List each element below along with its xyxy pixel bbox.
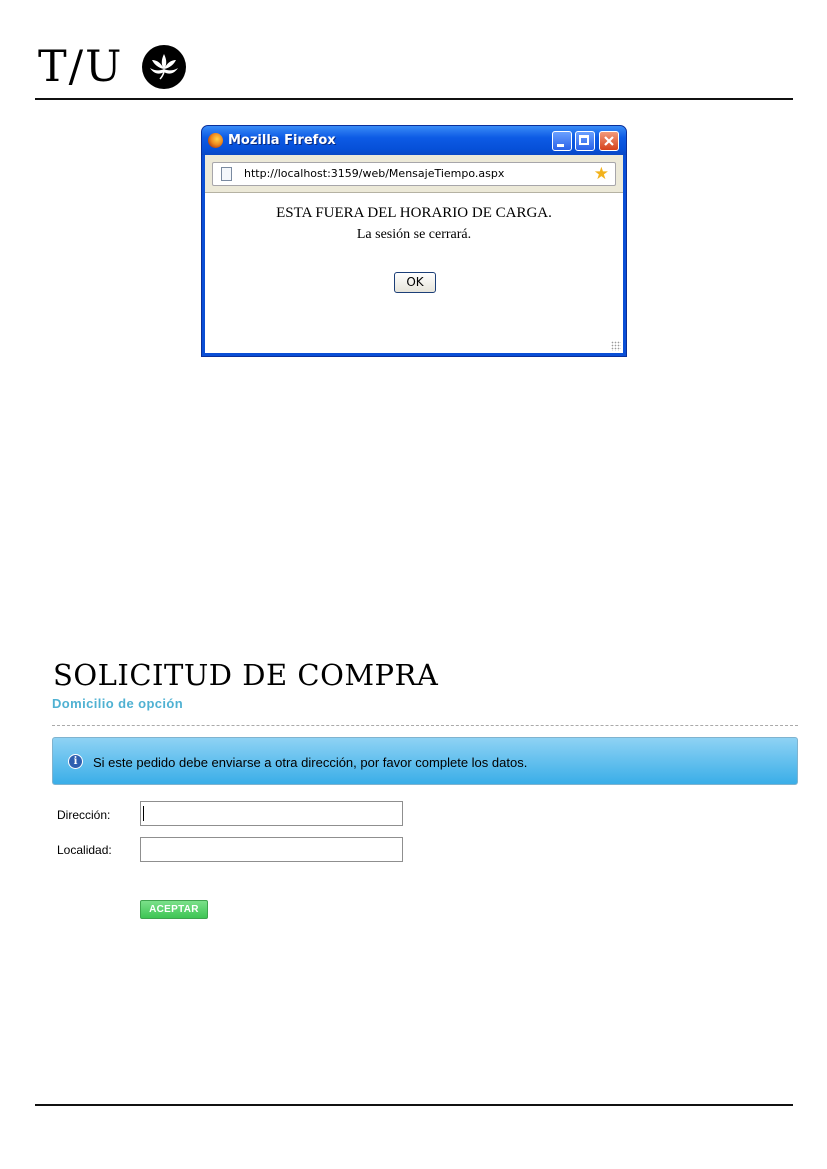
text-cursor	[143, 806, 144, 821]
page-icon	[221, 167, 232, 181]
section-divider	[52, 725, 798, 726]
url-text: http://localhost:3159/web/MensajeTiempo.…	[244, 167, 505, 180]
popup-message-body: La sesión se cerrará.	[356, 227, 472, 242]
locality-label: Localidad:	[57, 843, 112, 857]
ok-button[interactable]: OK	[394, 272, 436, 293]
url-field[interactable]: http://localhost:3159/web/MensajeTiempo.…	[212, 162, 616, 186]
address-label: Dirección:	[57, 808, 111, 822]
window-titlebar[interactable]: Mozilla Firefox	[202, 126, 626, 155]
accept-button[interactable]: ACEPTAR	[140, 900, 208, 919]
maximize-button[interactable]	[575, 131, 595, 151]
header-divider	[35, 98, 793, 100]
info-message: Si este pedido debe enviarse a otra dire…	[93, 755, 528, 770]
logo: T/U	[38, 44, 187, 90]
logo-text: T/U	[38, 41, 124, 92]
url-bar: http://localhost:3159/web/MensajeTiempo.…	[205, 155, 623, 193]
minimize-button[interactable]	[552, 131, 572, 151]
locality-input[interactable]	[140, 837, 403, 862]
popup-message-title: ESTA FUERA DEL HORARIO DE CARGA.	[276, 205, 552, 221]
page-title: SOLICITUD DE COMPRA	[53, 658, 439, 692]
info-icon: i	[68, 754, 83, 769]
close-icon	[604, 136, 614, 146]
resize-grip-icon[interactable]	[611, 341, 621, 351]
popup-content: http://localhost:3159/web/MensajeTiempo.…	[205, 155, 623, 353]
firefox-logo-icon	[208, 133, 223, 148]
bookmark-star-icon[interactable]: ★	[594, 165, 609, 183]
window-title: Mozilla Firefox	[228, 133, 336, 148]
section-subtitle: Domicilio de opción	[52, 696, 184, 711]
firefox-popup-window: Mozilla Firefox http://localhost:3159/we…	[201, 125, 627, 357]
lotus-emblem-icon	[142, 45, 187, 89]
close-button[interactable]	[599, 131, 619, 151]
info-banner: i Si este pedido debe enviarse a otra di…	[52, 737, 798, 785]
footer-divider	[35, 1104, 793, 1106]
address-input[interactable]	[140, 801, 403, 826]
